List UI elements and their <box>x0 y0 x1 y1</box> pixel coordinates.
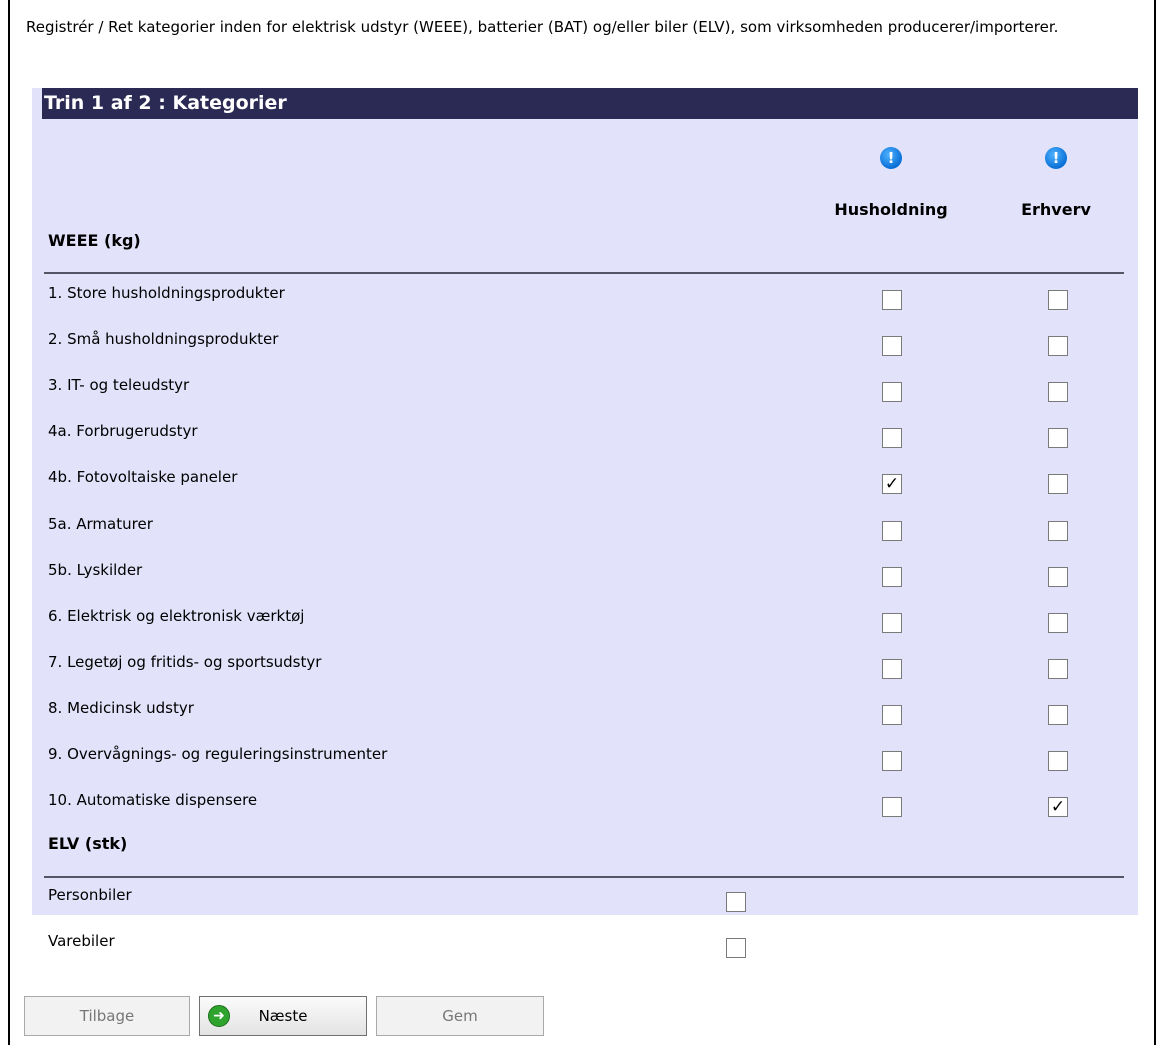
household-checkbox[interactable] <box>882 658 902 679</box>
elv-category-label: Personbiler <box>48 886 132 904</box>
business-column-header: Erhverv <box>1021 200 1091 219</box>
weee-section-title: WEEE (kg) <box>48 231 141 250</box>
weee-category-label: 2. Små husholdningsprodukter <box>48 330 279 349</box>
business-info-icon[interactable]: ! <box>1045 147 1067 169</box>
household-checkbox[interactable] <box>882 612 902 633</box>
weee-category-label: 8. Medicinsk udstyr <box>48 698 194 717</box>
household-checkbox[interactable] <box>882 797 902 818</box>
business-checkbox[interactable] <box>1048 428 1068 449</box>
weee-category-label: 5b. Lyskilder <box>48 560 143 579</box>
weee-category-label: 10. Automatiske dispensere <box>48 791 258 810</box>
weee-category-label: 5a. Armaturer <box>48 514 153 533</box>
next-button[interactable]: ➜ Næste <box>199 996 367 1036</box>
household-checkbox[interactable] <box>882 428 902 449</box>
business-checkbox[interactable] <box>1048 382 1068 403</box>
elv-section-title: ELV (stk) <box>48 834 128 853</box>
weee-category-label: 4a. Forbrugerudstyr <box>48 422 198 441</box>
household-checkbox[interactable] <box>882 382 902 403</box>
household-checkbox[interactable] <box>882 520 902 541</box>
save-button-label: Gem <box>442 1007 478 1025</box>
elv-divider <box>44 876 1124 878</box>
save-button[interactable]: Gem <box>376 996 544 1036</box>
elv-category-label: Varebiler <box>48 932 115 950</box>
weee-divider <box>44 272 1124 274</box>
weee-category-label: 6. Elektrisk og elektronisk værktøj <box>48 606 305 625</box>
intro-text: Registrér / Ret kategorier inden for ele… <box>26 18 1059 36</box>
household-info-icon[interactable]: ! <box>880 147 902 169</box>
weee-category-label: 1. Store husholdningsprodukter <box>48 284 285 302</box>
business-checkbox[interactable] <box>1048 612 1068 633</box>
weee-category-label: 7. Legetøj og fritids- og sportsudstyr <box>48 652 322 671</box>
categories-panel: Trin 1 af 2 : Kategorier ! ! Husholdning… <box>32 88 1138 958</box>
household-checkbox[interactable] <box>882 290 902 310</box>
back-button-label: Tilbage <box>79 1007 135 1025</box>
business-checkbox[interactable] <box>1048 658 1068 679</box>
elv-checkbox[interactable] <box>726 938 746 958</box>
household-checkbox[interactable] <box>882 704 902 725</box>
business-checkbox[interactable] <box>1048 520 1068 541</box>
business-checkbox[interactable] <box>1048 751 1068 771</box>
business-checkbox[interactable] <box>1048 566 1068 587</box>
household-checkbox[interactable] <box>882 566 902 587</box>
next-button-label: Næste <box>258 1007 308 1025</box>
household-checkbox[interactable] <box>882 751 902 771</box>
household-checkbox[interactable] <box>882 336 902 357</box>
business-checkbox[interactable]: ✓ <box>1048 797 1068 818</box>
business-checkbox[interactable] <box>1048 704 1068 725</box>
business-checkbox[interactable] <box>1048 336 1068 357</box>
business-checkbox[interactable] <box>1048 290 1068 310</box>
elv-checkbox[interactable] <box>726 892 746 912</box>
weee-category-label: 9. Overvågnings- og reguleringsinstrumen… <box>48 745 388 763</box>
back-button[interactable]: Tilbage <box>24 996 190 1036</box>
weee-category-label: 4b. Fotovoltaiske paneler <box>48 468 238 487</box>
weee-category-label: 3. IT- og teleudstyr <box>48 376 190 395</box>
business-checkbox[interactable] <box>1048 474 1068 495</box>
arrow-right-icon: ➜ <box>208 1005 230 1027</box>
step-header: Trin 1 af 2 : Kategorier <box>42 88 1138 119</box>
household-checkbox[interactable]: ✓ <box>882 474 902 495</box>
